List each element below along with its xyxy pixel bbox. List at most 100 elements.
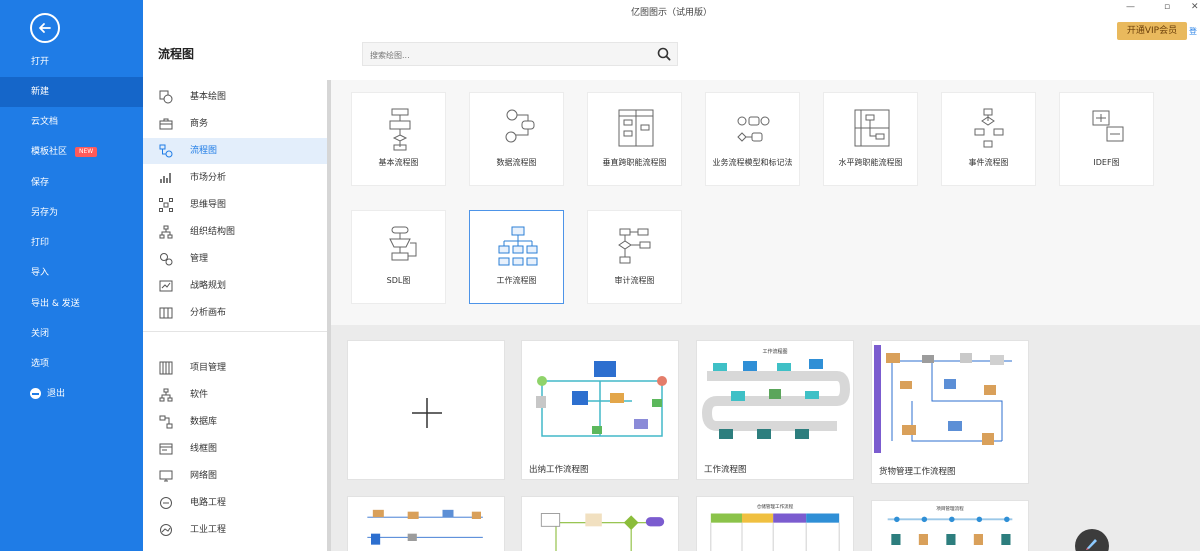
template-thumbnail bbox=[540, 513, 665, 551]
menu-close[interactable]: 关闭 bbox=[0, 319, 143, 349]
type-label: SDL图 bbox=[386, 276, 411, 285]
menu-print[interactable]: 打印 bbox=[0, 228, 143, 258]
type-label: 工作流程图 bbox=[496, 276, 537, 285]
template-label: 出纳工作流程图 bbox=[529, 465, 589, 475]
template-label: 货物管理工作流程图 bbox=[879, 467, 956, 477]
category-strategy[interactable]: 战略规划 bbox=[143, 273, 327, 299]
template-thumbnail: 仓储管理工作流程 bbox=[710, 503, 840, 551]
category-database[interactable]: 数据库 bbox=[143, 409, 327, 435]
menu-exit[interactable]: 退出 bbox=[0, 379, 143, 409]
type-card-data-flowchart[interactable]: 数据流程图 bbox=[469, 92, 564, 186]
category-circuit[interactable]: 电路工程 bbox=[143, 490, 327, 516]
menu-import[interactable]: 导入 bbox=[0, 258, 143, 288]
org-chart-icon bbox=[159, 225, 173, 239]
strategy-icon bbox=[159, 280, 173, 292]
category-software[interactable]: 软件 bbox=[143, 382, 327, 408]
briefcase-icon bbox=[159, 118, 173, 130]
page-title: 流程图 bbox=[158, 47, 195, 61]
category-project-management[interactable]: 项目管理 bbox=[143, 355, 327, 381]
menu-export-send[interactable]: 导出 & 发送 bbox=[0, 289, 143, 319]
category-org-chart[interactable]: 组织结构图 bbox=[143, 219, 327, 245]
template-card-row2-1[interactable] bbox=[347, 496, 505, 551]
type-card-workflow[interactable]: 工作流程图 bbox=[469, 210, 564, 304]
new-blank-diagram-button[interactable] bbox=[347, 340, 505, 480]
menu-template-community[interactable]: 模板社区 NEW bbox=[0, 137, 143, 167]
category-management[interactable]: 管理 bbox=[143, 246, 327, 272]
window-title: 亿图图示（试用版） bbox=[630, 8, 712, 18]
template-card-row2-4[interactable]: 项目管理流程 bbox=[871, 500, 1029, 551]
template-card-goods-management[interactable]: 货物管理工作流程图 bbox=[871, 340, 1029, 484]
search-icon[interactable] bbox=[657, 47, 671, 61]
title-bar: 亿图图示（试用版） — ▫ ✕ bbox=[143, 0, 1200, 80]
menu-open[interactable]: 打开 bbox=[0, 47, 143, 77]
restore-icon[interactable]: ▫ bbox=[1164, 2, 1170, 12]
type-label: 数据流程图 bbox=[496, 158, 537, 167]
close-icon[interactable]: ✕ bbox=[1191, 2, 1199, 12]
network-icon bbox=[159, 470, 173, 482]
login-link[interactable]: 登 bbox=[1189, 26, 1197, 37]
type-card-horizontal-cross-functional[interactable]: 水平跨职能流程图 bbox=[823, 92, 918, 186]
shapes-icon bbox=[159, 90, 173, 104]
arrow-left-icon bbox=[39, 23, 51, 33]
back-button[interactable] bbox=[30, 13, 60, 43]
gantt-icon bbox=[159, 361, 173, 375]
category-flowchart[interactable]: 流程图 bbox=[143, 138, 327, 164]
type-card-audit-flowchart[interactable]: 审计流程图 bbox=[587, 210, 682, 304]
category-business[interactable]: 商务 bbox=[143, 111, 327, 137]
category-industrial[interactable]: 工业工程 bbox=[143, 517, 327, 543]
type-card-sdl[interactable]: SDL图 bbox=[351, 210, 446, 304]
file-menu-sidebar: 打开 新建 云文档 模板社区 NEW 保存 另存为 打印 导入 导出 & 发送 关… bbox=[0, 0, 143, 551]
industry-icon bbox=[160, 524, 172, 536]
type-label: 垂直跨职能流程图 bbox=[602, 158, 667, 167]
circuit-icon bbox=[160, 497, 172, 509]
menu-new[interactable]: 新建 bbox=[0, 77, 143, 107]
event-flowchart-thumbnail-icon bbox=[974, 108, 1004, 148]
menu-cloud-docs[interactable]: 云文档 bbox=[0, 107, 143, 137]
basic-flowchart-thumbnail-icon bbox=[389, 108, 411, 151]
workflow-thumbnail-icon bbox=[498, 226, 538, 266]
type-label: 基本流程图 bbox=[378, 158, 419, 167]
category-list: 基本绘图 商务 流程图 市场分析 思维导图 组织结构图 管理 战略规划 分析画布… bbox=[143, 80, 327, 551]
minimize-icon[interactable]: — bbox=[1126, 2, 1135, 12]
wireframe-icon bbox=[159, 443, 173, 455]
template-card-row2-2[interactable] bbox=[521, 496, 679, 551]
flowchart-icon bbox=[159, 144, 173, 158]
new-badge: NEW bbox=[75, 146, 98, 157]
mindmap-icon bbox=[159, 198, 173, 212]
menu-save[interactable]: 保存 bbox=[0, 168, 143, 198]
type-card-idef[interactable]: IDEF图 bbox=[1059, 92, 1154, 186]
category-basic-drawing[interactable]: 基本绘图 bbox=[143, 84, 327, 110]
type-label: 审计流程图 bbox=[614, 276, 655, 285]
pen-icon bbox=[1086, 539, 1097, 550]
template-card-row2-3[interactable]: 仓储管理工作流程 bbox=[696, 496, 854, 551]
exit-icon bbox=[30, 388, 41, 399]
vertical-swimlane-thumbnail-icon bbox=[618, 109, 654, 147]
type-card-bpmn[interactable]: 业务流程模型和标记法 bbox=[705, 92, 800, 186]
template-card-cashier-workflow[interactable]: 出纳工作流程图 bbox=[521, 340, 679, 480]
template-card-workflow[interactable]: 工作流程图 工作流程图 bbox=[696, 340, 854, 480]
template-thumbnail: 项目管理流程 bbox=[887, 505, 1013, 545]
type-card-vertical-cross-functional[interactable]: 垂直跨职能流程图 bbox=[587, 92, 682, 186]
menu-options[interactable]: 选项 bbox=[0, 349, 143, 379]
category-network[interactable]: 网络图 bbox=[143, 463, 327, 489]
type-label: 业务流程模型和标记法 bbox=[712, 158, 793, 167]
menu-save-as[interactable]: 另存为 bbox=[0, 198, 143, 228]
database-icon bbox=[159, 415, 173, 429]
category-analysis-canvas[interactable]: 分析画布 bbox=[143, 300, 327, 326]
type-label: 事件流程图 bbox=[968, 158, 1009, 167]
category-market-analysis[interactable]: 市场分析 bbox=[143, 165, 327, 191]
category-wireframe[interactable]: 线框图 bbox=[143, 436, 327, 462]
type-label: 水平跨职能流程图 bbox=[838, 158, 903, 167]
audit-flowchart-thumbnail-icon bbox=[618, 228, 651, 264]
idef-thumbnail-icon bbox=[1092, 110, 1124, 142]
sdl-thumbnail-icon bbox=[389, 226, 417, 261]
type-card-event-flowchart[interactable]: 事件流程图 bbox=[941, 92, 1036, 186]
category-mindmap[interactable]: 思维导图 bbox=[143, 192, 327, 218]
software-icon bbox=[159, 388, 173, 402]
management-icon bbox=[160, 253, 173, 266]
bpmn-thumbnail-icon bbox=[737, 116, 770, 142]
search-input[interactable] bbox=[363, 44, 643, 67]
template-thumbnail bbox=[367, 509, 483, 545]
vip-button[interactable]: 开通VIP会员 bbox=[1117, 22, 1187, 40]
type-card-basic-flowchart[interactable]: 基本流程图 bbox=[351, 92, 446, 186]
